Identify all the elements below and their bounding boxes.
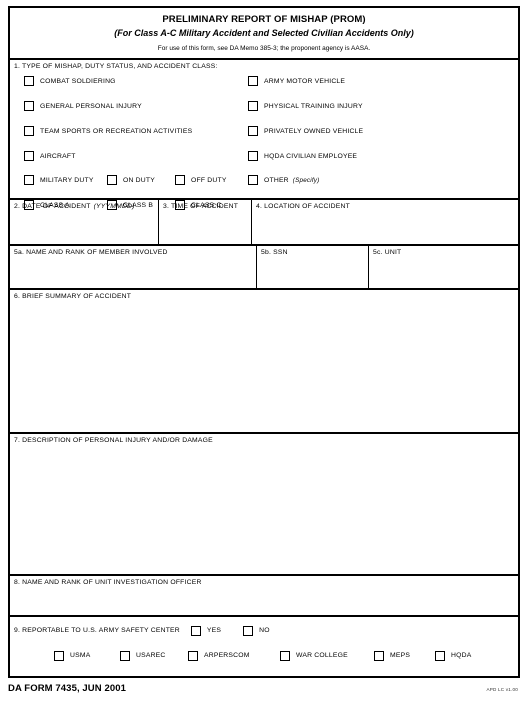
- checkbox-box-icon[interactable]: [248, 76, 258, 86]
- checkbox-label: HQDA CIVILIAN EMPLOYEE: [264, 152, 358, 160]
- section-6-label: 6. BRIEF SUMMARY OF ACCIDENT: [14, 293, 132, 301]
- field-time-of-accident[interactable]: 3. TIME OF ACCIDENT: [159, 200, 252, 244]
- section-7-label: 7. DESCRIPTION OF PERSONAL INJURY AND/OR…: [14, 436, 213, 444]
- field-label: 5a. NAME AND RANK OF MEMBER INVOLVED: [14, 248, 168, 256]
- page-title: PRELIMINARY REPORT OF MISHAP (PROM): [162, 14, 366, 25]
- checkbox-label: AIRCRAFT: [40, 152, 76, 160]
- checkbox-other[interactable]: OTHER (Specify): [248, 175, 319, 185]
- checkbox-usarec[interactable]: USAREC: [120, 650, 166, 661]
- checkbox-label: ARMY MOTOR VEHICLE: [264, 77, 346, 85]
- checkbox-box-icon[interactable]: [54, 650, 64, 661]
- mishap-checkbox-grid: COMBAT SOLDIERING GENERAL PERSONAL INJUR…: [10, 70, 518, 210]
- checkbox-label: HQDA: [451, 652, 472, 660]
- checkbox-box-icon[interactable]: [374, 650, 384, 661]
- checkbox-label: WAR COLLEGE: [296, 652, 348, 660]
- checkbox-physical-training-injury[interactable]: PHYSICAL TRAINING INJURY: [248, 101, 363, 111]
- checkbox-privately-owned-vehicle[interactable]: PRIVATELY OWNED VEHICLE: [248, 126, 363, 136]
- checkbox-label: USMA: [70, 652, 91, 660]
- checkbox-military-duty[interactable]: MILITARY DUTY: [24, 175, 94, 185]
- field-location-of-accident[interactable]: 4. LOCATION OF ACCIDENT: [252, 200, 518, 244]
- checkbox-label: ON DUTY: [123, 176, 155, 184]
- checkbox-team-sports-or-recreation[interactable]: TEAM SPORTS OR RECREATION ACTIVITIES: [24, 126, 192, 136]
- checkbox-label: TEAM SPORTS OR RECREATION ACTIVITIES: [40, 127, 193, 135]
- field-label: 3. TIME OF ACCIDENT: [163, 203, 239, 210]
- checkbox-label: COMBAT SOLDIERING: [40, 77, 116, 85]
- field-ssn[interactable]: 5b. SSN: [257, 245, 369, 289]
- checkbox-arperscom[interactable]: ARPERSCOM: [188, 650, 250, 661]
- checkbox-box-icon[interactable]: [435, 650, 445, 661]
- checkbox-box-icon[interactable]: [24, 126, 34, 136]
- checkbox-label: MILITARY DUTY: [40, 176, 94, 184]
- checkbox-box-icon[interactable]: [280, 650, 290, 661]
- checkbox-on-duty[interactable]: ON DUTY: [107, 175, 155, 185]
- section-7-description-of-injury[interactable]: 7. DESCRIPTION OF PERSONAL INJURY AND/OR…: [10, 434, 518, 577]
- checkbox-label: NO: [259, 627, 270, 635]
- section-8-label: 8. NAME AND RANK OF UNIT INVESTIGATION O…: [14, 579, 202, 587]
- section-6-brief-summary[interactable]: 6. BRIEF SUMMARY OF ACCIDENT: [10, 290, 518, 434]
- agency-checkbox-row: USMA USAREC ARPERSCOM WAR COLLEGE MEPS H…: [10, 650, 518, 665]
- checkbox-reportable-yes[interactable]: YES: [190, 625, 222, 636]
- checkbox-box-icon[interactable]: [248, 151, 258, 161]
- field-label: 4. LOCATION OF ACCIDENT: [256, 203, 350, 210]
- checkbox-reportable-no[interactable]: NO: [243, 625, 270, 636]
- other-label: OTHER: [264, 176, 289, 184]
- checkbox-box-icon[interactable]: [24, 101, 34, 111]
- checkbox-label: USAREC: [136, 652, 166, 660]
- section-1-type-of-mishap: 1. TYPE OF MISHAP, DUTY STATUS, AND ACCI…: [10, 60, 518, 210]
- checkbox-box-icon[interactable]: [248, 126, 258, 136]
- checkbox-hqda[interactable]: HQDA: [435, 650, 472, 661]
- form-footer: DA FORM 7435, JUN 2001 APD LC v1.00: [8, 682, 520, 700]
- other-specify-hint: (Specify): [292, 176, 320, 184]
- form-header: PRELIMINARY REPORT OF MISHAP (PROM) (For…: [10, 8, 518, 60]
- checkbox-box-icon[interactable]: [107, 175, 117, 185]
- checkbox-label: GENERAL PERSONAL INJURY: [40, 102, 142, 110]
- checkbox-label: OFF DUTY: [191, 176, 227, 184]
- checkbox-meps[interactable]: MEPS: [374, 650, 411, 661]
- checkbox-box-icon[interactable]: [120, 650, 130, 661]
- field-unit[interactable]: 5c. UNIT: [369, 246, 518, 289]
- checkbox-box-icon[interactable]: [175, 175, 185, 185]
- reportable-question-row: 9. REPORTABLE TO U.S. ARMY SAFETY CENTER…: [14, 625, 292, 636]
- member-info-row: 5a. NAME AND RANK OF MEMBER INVOLVED 5b.…: [10, 245, 518, 291]
- section-8-investigation-officer[interactable]: 8. NAME AND RANK OF UNIT INVESTIGATION O…: [10, 576, 518, 617]
- checkbox-aircraft[interactable]: AIRCRAFT: [24, 151, 76, 161]
- checkbox-general-personal-injury[interactable]: GENERAL PERSONAL INJURY: [24, 101, 142, 111]
- field-label: 2. DATE OF ACCIDENT (YYYMMDD): [14, 203, 135, 210]
- section-1-label: 1. TYPE OF MISHAP, DUTY STATUS, AND ACCI…: [14, 63, 218, 70]
- checkbox-box-icon[interactable]: [248, 101, 258, 111]
- accident-datetime-location-row: 2. DATE OF ACCIDENT (YYYMMDD) 3. TIME OF …: [10, 200, 518, 246]
- section-9-label: 9. REPORTABLE TO U.S. ARMY SAFETY CENTER: [14, 627, 180, 635]
- checkbox-off-duty[interactable]: OFF DUTY: [175, 175, 227, 185]
- da-form-7435: PRELIMINARY REPORT OF MISHAP (PROM) (For…: [8, 6, 520, 678]
- field-date-of-accident[interactable]: 2. DATE OF ACCIDENT (YYYMMDD): [10, 200, 159, 244]
- page-subtitle: (For Class A-C Military Accident and Sel…: [114, 28, 414, 38]
- checkbox-usma[interactable]: USMA: [54, 650, 91, 661]
- form-number-label: DA FORM 7435, JUN 2001: [8, 683, 127, 694]
- checkbox-label: PHYSICAL TRAINING INJURY: [264, 102, 363, 110]
- checkbox-label: PRIVATELY OWNED VEHICLE: [264, 127, 364, 135]
- section-9-reportable: 9. REPORTABLE TO U.S. ARMY SAFETY CENTER…: [10, 617, 518, 676]
- checkbox-box-icon[interactable]: [24, 151, 34, 161]
- checkbox-box-icon[interactable]: [248, 175, 258, 185]
- checkbox-hqda-civilian-employee[interactable]: HQDA CIVILIAN EMPLOYEE: [248, 151, 357, 161]
- checkbox-box-icon[interactable]: [24, 76, 34, 86]
- form-usage-note: For use of this form, see DA Memo 385-3;…: [157, 45, 371, 52]
- date-format-hint: (YYYMMDD): [93, 203, 135, 210]
- checkbox-army-motor-vehicle[interactable]: ARMY MOTOR VEHICLE: [248, 76, 345, 86]
- field-label: 5c. UNIT: [373, 248, 402, 256]
- field-name-and-rank-of-member[interactable]: 5a. NAME AND RANK OF MEMBER INVOLVED: [10, 245, 257, 289]
- checkbox-box-icon[interactable]: [188, 650, 198, 661]
- checkbox-label: YES: [206, 627, 222, 635]
- checkbox-war-college[interactable]: WAR COLLEGE: [280, 650, 348, 661]
- checkbox-box-icon[interactable]: [243, 625, 254, 636]
- field-label: 5b. SSN: [261, 248, 288, 256]
- apd-version-label: APD LC v1.00: [486, 687, 518, 692]
- checkbox-box-icon[interactable]: [24, 175, 34, 185]
- checkbox-label-other: OTHER (Specify): [264, 177, 319, 184]
- checkbox-label: ARPERSCOM: [204, 652, 250, 660]
- checkbox-combat-soldiering[interactable]: COMBAT SOLDIERING: [24, 76, 116, 86]
- checkbox-label: MEPS: [390, 652, 411, 660]
- checkbox-box-icon[interactable]: [190, 625, 201, 636]
